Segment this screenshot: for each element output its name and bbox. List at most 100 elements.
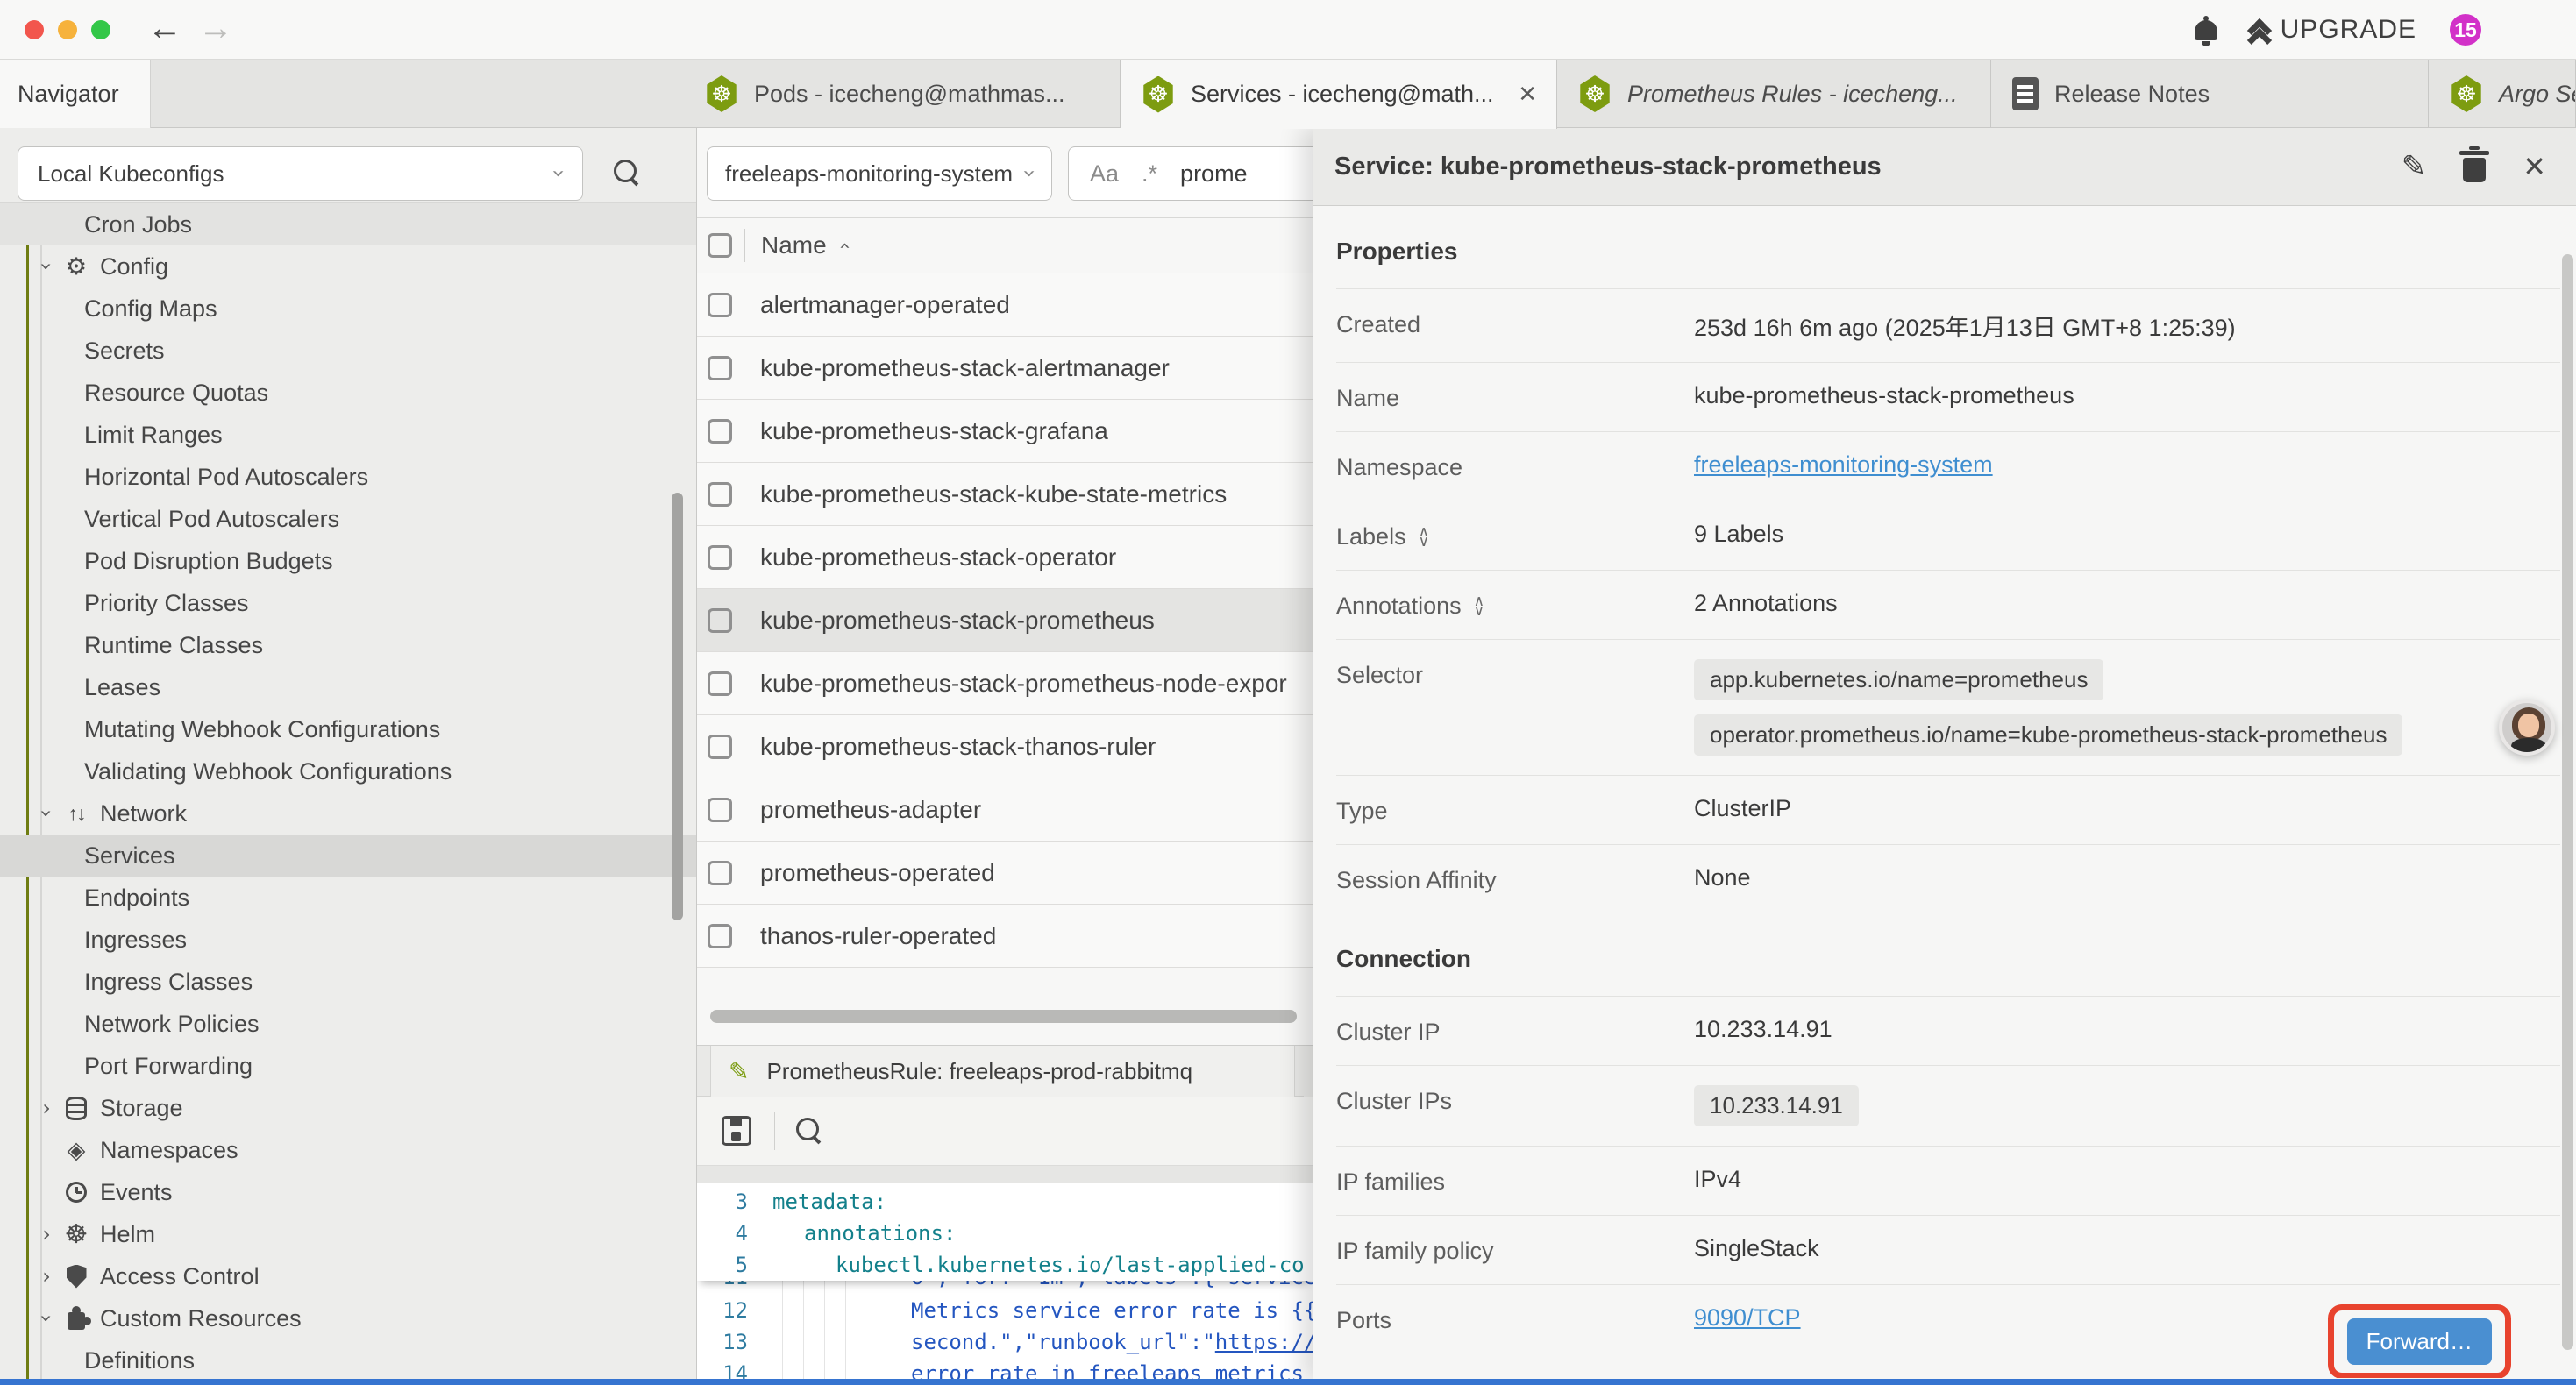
row-checkbox[interactable] [708,798,732,822]
dock-tab-next[interactable]: ✎ [1304,1046,1313,1097]
namespace-link[interactable]: freeleaps-monitoring-system [1694,451,1993,479]
cluster-tab[interactable]: ☸Services - icecheng@math...✕ [1121,60,1557,129]
minimize-window-button[interactable] [58,20,77,39]
navigator-panel-tab[interactable]: Navigator [0,60,151,128]
maximize-window-button[interactable] [91,20,110,39]
regex-toggle[interactable]: .* [1142,160,1157,188]
table-row[interactable]: prometheus-operated [697,842,1313,905]
sidebar-item-network[interactable]: ›↑↓Network [0,792,696,835]
table-row[interactable]: prometheus-adapter [697,778,1313,842]
port-link[interactable]: 9090/TCP [1694,1304,1801,1332]
expand-collapse-icon[interactable]: ∧∨ [1419,528,1429,547]
sidebar-scrollbar[interactable] [672,493,683,920]
name-column-header[interactable]: Name › [761,231,849,259]
editor-scroll-strip[interactable] [697,1165,1313,1183]
chevron-down-icon[interactable]: › [34,802,59,825]
upgrade-button[interactable]: UPGRADE [2251,15,2416,45]
expand-collapse-icon[interactable]: ∧∨ [1474,597,1484,616]
table-search-input[interactable]: Aa .* prome [1068,146,1313,201]
table-row[interactable]: kube-prometheus-stack-prometheus-node-ex… [697,652,1313,715]
table-row[interactable]: kube-prometheus-stack-thanos-ruler [697,715,1313,778]
avatar[interactable] [2499,700,2555,756]
table-row[interactable]: thanos-ruler-operated [697,905,1313,968]
chevron-right-icon[interactable]: › [35,1096,58,1120]
sidebar-item-events[interactable]: Events [0,1171,696,1213]
table-horizontal-scrollbar[interactable] [697,1008,1313,1026]
cluster-tab[interactable]: ☸Prometheus Rules - icecheng... [1557,60,1991,128]
chevron-right-icon[interactable]: › [35,1264,58,1289]
edit-service-icon[interactable]: ✎ [2402,149,2427,184]
sidebar-item-services[interactable]: Services [0,835,696,877]
row-checkbox[interactable] [708,482,732,507]
sidebar-item-storage[interactable]: ›Storage [0,1087,696,1129]
sidebar-item-config[interactable]: ›⚙Config [0,245,696,288]
row-checkbox[interactable] [708,356,732,380]
save-icon[interactable] [722,1116,751,1146]
sidebar-item-endpoints[interactable]: Endpoints [0,877,696,919]
row-checkbox[interactable] [708,671,732,696]
table-row[interactable]: kube-prometheus-stack-operator [697,526,1313,589]
chevron-right-icon[interactable]: › [35,1222,58,1246]
table-row[interactable]: kube-prometheus-stack-grafana [697,400,1313,463]
notification-count-badge[interactable]: 15 [2450,14,2481,46]
close-tab-icon[interactable]: ✕ [1518,81,1537,108]
sidebar-item-config-maps[interactable]: Config Maps [0,288,696,330]
chevron-down-icon[interactable]: › [34,1307,59,1330]
forward-button[interactable]: Forward… [2347,1318,2492,1365]
sidebar-item-ingresses[interactable]: Ingresses [0,919,696,961]
notifications-bell-icon[interactable] [2195,20,2217,40]
sidebar-item-validating-webhook-configurations[interactable]: Validating Webhook Configurations [0,750,696,792]
dock-tab-prometheusrule[interactable]: ✎ PrometheusRule: freeleaps-prod-rabbitm… [710,1046,1295,1097]
sidebar-item-namespaces[interactable]: ◈Namespaces [0,1129,696,1171]
cluster-tab[interactable]: ☸Pods - icecheng@mathmas... [684,60,1121,128]
sidebar-item-access-control[interactable]: ›Access Control [0,1255,696,1297]
sidebar-item-custom-resources[interactable]: ›Custom Resources [0,1297,696,1339]
sidebar-item-priority-classes[interactable]: Priority Classes [0,582,696,624]
table-row[interactable]: kube-prometheus-stack-prometheus [697,589,1313,652]
sidebar-item-horizontal-pod-autoscalers[interactable]: Horizontal Pod Autoscalers [0,456,696,498]
editor-search-icon[interactable] [796,1118,822,1144]
sidebar-item-vertical-pod-autoscalers[interactable]: Vertical Pod Autoscalers [0,498,696,540]
row-checkbox[interactable] [708,419,732,444]
sidebar-item-leases[interactable]: Leases [0,666,696,708]
row-checkbox[interactable] [708,861,732,885]
sidebar-item-ingress-classes[interactable]: Ingress Classes [0,961,696,1003]
sidebar-item-limit-ranges[interactable]: Limit Ranges [0,414,696,456]
row-checkbox[interactable] [708,735,732,759]
select-all-checkbox[interactable] [708,233,732,258]
sidebar-item-resource-quotas[interactable]: Resource Quotas [0,372,696,414]
sidebar-item-network-policies[interactable]: Network Policies [0,1003,696,1045]
cluster-tab[interactable]: Release Notes [1991,60,2429,128]
sidebar-item-cron-jobs[interactable]: Cron Jobs [0,203,696,245]
sidebar-item-helm[interactable]: ›☸Helm [0,1213,696,1255]
scrollbar-thumb[interactable] [710,1010,1297,1023]
sidebar-item-secrets[interactable]: Secrets [0,330,696,372]
sidebar-item-definitions[interactable]: Definitions [0,1339,696,1381]
back-arrow-icon[interactable]: ← [147,7,182,49]
sidebar-search-button[interactable] [614,160,640,186]
sidebar-item-runtime-classes[interactable]: Runtime Classes [0,624,696,666]
chevron-down-icon[interactable]: › [34,255,59,278]
match-case-toggle[interactable]: Aa [1090,160,1119,188]
table-row[interactable]: kube-prometheus-stack-alertmanager [697,337,1313,400]
yaml-editor[interactable]: 3metadata:4annotations:5kubectl.kubernet… [697,1183,1313,1384]
yaml-link-text[interactable]: https://net [1215,1330,1313,1354]
cluster-tab[interactable]: ☸Argo Se [2429,60,2576,128]
table-row[interactable]: alertmanager-operated [697,273,1313,337]
close-drawer-icon[interactable]: ✕ [2523,150,2546,183]
scrollbar-thumb[interactable] [2562,254,2573,1350]
namespace-selector[interactable]: freeleaps-monitoring-system › [707,146,1052,201]
table-row[interactable]: kube-prometheus-stack-kube-state-metrics [697,463,1313,526]
kubeconfig-selector[interactable]: Local Kubeconfigs › [18,146,583,201]
forward-arrow-icon[interactable]: → [198,7,233,49]
sidebar-item-pod-disruption-budgets[interactable]: Pod Disruption Budgets [0,540,696,582]
drawer-scrollbar[interactable] [2562,216,2573,1373]
row-checkbox[interactable] [708,545,732,570]
row-checkbox[interactable] [708,608,732,633]
delete-service-icon[interactable] [2463,158,2486,182]
sidebar-item-mutating-webhook-configurations[interactable]: Mutating Webhook Configurations [0,708,696,750]
close-window-button[interactable] [25,20,44,39]
sidebar-item-port-forwarding[interactable]: Port Forwarding [0,1045,696,1087]
row-checkbox[interactable] [708,924,732,948]
row-checkbox[interactable] [708,293,732,317]
